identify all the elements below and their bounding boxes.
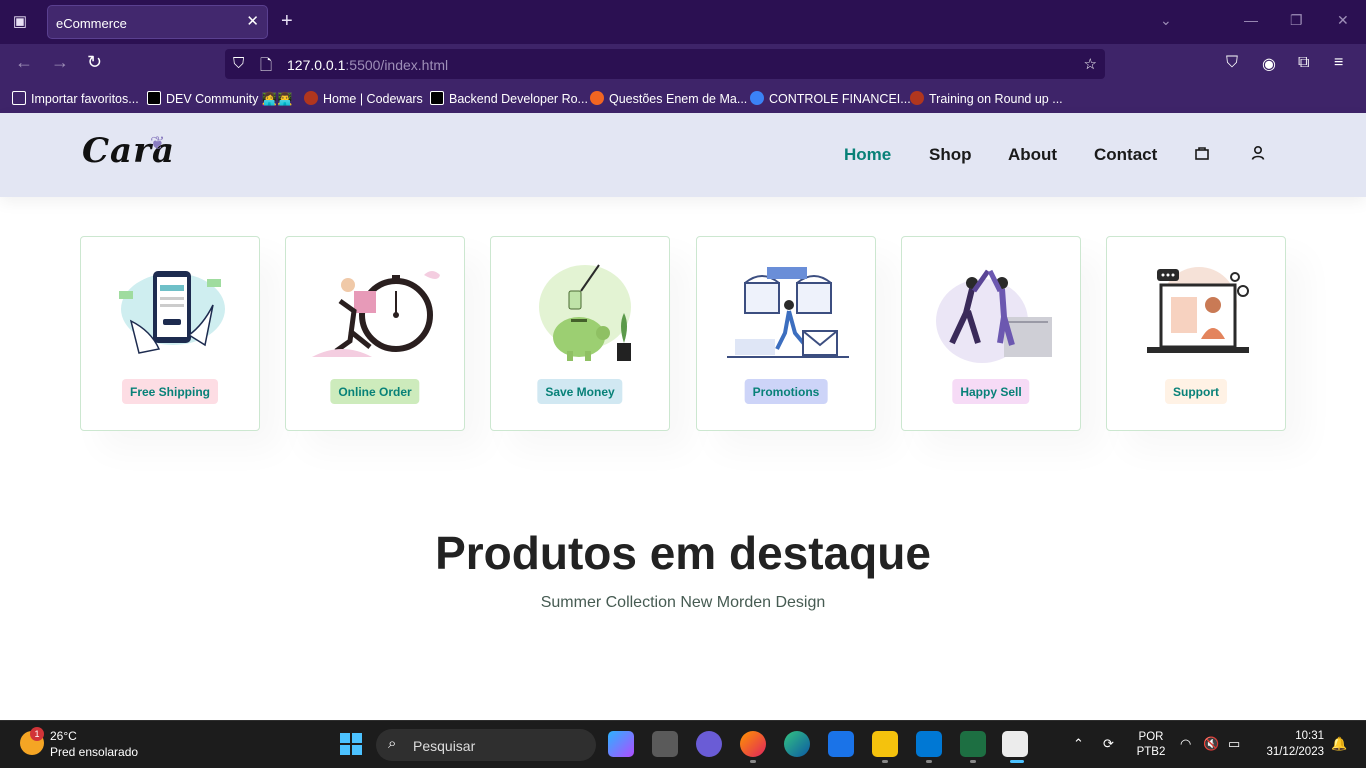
feature-label: Support [1165, 379, 1227, 404]
feature-box-promotions[interactable]: Promotions [696, 236, 876, 431]
feature-box-free-shipping[interactable]: Free Shipping [80, 236, 260, 431]
url-path: :5500/index.html [345, 57, 449, 73]
delivery-clock-illustration [312, 271, 440, 357]
windows-start-icon[interactable] [340, 733, 362, 755]
search-placeholder: Pesquisar [413, 738, 476, 754]
back-icon[interactable]: ← [15, 52, 33, 73]
url-bar[interactable]: ⛉ 🗋 127.0.0.1:5500/index.html ☆ [225, 49, 1105, 79]
clock-date[interactable]: 31/12/2023 [1252, 746, 1324, 758]
menu-icon[interactable]: ≡ [1334, 54, 1343, 72]
bookmark-item[interactable]: Home | Codewars [304, 91, 423, 106]
extensions-icon[interactable]: ⧉ [1298, 54, 1309, 72]
tab-title: eCommerce [56, 16, 127, 31]
weather-temp[interactable]: 26°C [50, 729, 77, 743]
tab-close-icon[interactable]: ✕ [246, 12, 259, 30]
phone-payment-illustration [119, 271, 225, 354]
new-tab-button[interactable]: + [281, 10, 293, 33]
running-indicator [926, 760, 932, 763]
feature-label: Promotions [744, 379, 828, 404]
url-host: 127.0.0.1 [287, 57, 346, 73]
snipping-tool-icon[interactable] [1002, 731, 1028, 757]
chevron-up-icon[interactable]: ⌃ [1073, 736, 1084, 752]
weather-desc[interactable]: Pred ensolarado [50, 745, 138, 759]
mail-icon[interactable] [828, 731, 854, 757]
feature-label: Free Shipping [121, 379, 219, 404]
bookmark-item[interactable]: Training on Round up ... [910, 91, 1063, 106]
bookmarks-bar: Importar favoritos... DEV Community 👩‍💻👨… [0, 84, 1366, 113]
lavender-sprig-icon: ❦ [150, 133, 166, 153]
bookmark-item[interactable]: Backend Developer Ro... [430, 91, 588, 106]
running-indicator [750, 760, 756, 763]
url-text[interactable]: 127.0.0.1:5500/index.html [287, 57, 448, 73]
running-indicator [882, 760, 888, 763]
tab-overflow-chevron-icon[interactable]: ⌄ [1160, 12, 1172, 29]
excel-icon[interactable] [960, 731, 986, 757]
promotions-illustration [727, 267, 849, 358]
bookmark-star-icon[interactable]: ☆ [1084, 55, 1097, 73]
page-icon[interactable]: 🗋 [260, 55, 272, 80]
windows-taskbar: 1 26°C Pred ensolarado ⌕ Pesquisar ⌃ ⟳ P… [0, 720, 1366, 768]
nav-about[interactable]: About [1008, 145, 1057, 165]
language-top[interactable]: POR [1136, 731, 1166, 743]
bookmark-item[interactable]: DEV Community 👩‍💻👨‍💻 [147, 91, 293, 107]
taskbar-search[interactable]: ⌕ Pesquisar [376, 729, 596, 761]
wifi-icon[interactable]: ◠ [1180, 736, 1191, 752]
pocket-icon[interactable]: ⛉ [1226, 54, 1238, 72]
feature-label: Online Order [330, 379, 420, 404]
file-explorer-icon[interactable] [872, 731, 898, 757]
speaker-muted-icon[interactable]: 🔇 [1203, 736, 1219, 752]
nav-home[interactable]: Home [844, 145, 891, 165]
copilot-icon[interactable] [608, 731, 634, 757]
piggy-bank-illustration [539, 264, 631, 361]
task-view-icon[interactable] [652, 731, 678, 757]
section-subtitle: Summer Collection New Morden Design [540, 594, 826, 611]
clock-time[interactable]: 10:31 [1262, 730, 1324, 742]
nav-shop[interactable]: Shop [929, 145, 972, 165]
nav-contact[interactable]: Contact [1094, 145, 1157, 165]
bookmark-item[interactable]: Questões Enem de Ma... [590, 91, 747, 106]
forward-icon[interactable]: → [51, 52, 69, 73]
high-five-illustration [936, 269, 1052, 363]
search-icon: ⌕ [388, 735, 397, 752]
language-bottom[interactable]: PTB2 [1136, 746, 1166, 758]
firefox-icon[interactable] [740, 731, 766, 757]
section-title: Produtos em destaque [435, 527, 931, 579]
running-indicator [970, 760, 976, 763]
browser-tab[interactable]: eCommerce ✕ [47, 5, 268, 39]
shield-icon[interactable]: ⛉ [233, 55, 244, 72]
feature-box-online-order[interactable]: Online Order [285, 236, 465, 431]
minimize-button[interactable]: — [1244, 12, 1258, 28]
sync-icon[interactable]: ⟳ [1103, 736, 1114, 752]
feature-label: Happy Sell [952, 379, 1030, 404]
vscode-icon[interactable] [916, 731, 942, 757]
notification-bell-icon[interactable]: 🔔 [1331, 736, 1347, 752]
close-window-button[interactable]: ✕ [1337, 12, 1349, 29]
edge-icon[interactable] [784, 731, 810, 757]
feature-box-save-money[interactable]: Save Money [490, 236, 670, 431]
browser-tab-bar: ▣ eCommerce ✕ + ⌄ — ❐ ✕ [0, 0, 1366, 44]
feature-box-happy-sell[interactable]: Happy Sell [901, 236, 1081, 431]
shopping-bag-icon[interactable] [1194, 145, 1210, 166]
feature-box-support[interactable]: Support [1106, 236, 1286, 431]
account-icon[interactable]: ◉ [1262, 54, 1276, 74]
bookmark-item[interactable]: Importar favoritos... [12, 91, 139, 106]
feature-label: Save Money [537, 379, 623, 404]
user-icon[interactable] [1250, 145, 1266, 166]
active-indicator [1010, 760, 1024, 763]
reload-icon[interactable]: ↻ [87, 52, 102, 73]
support-laptop-illustration [1147, 267, 1249, 353]
notification-badge: 1 [30, 727, 44, 741]
teams-chat-icon[interactable] [696, 731, 722, 757]
bookmark-item[interactable]: CONTROLE FINANCEI... [750, 91, 911, 106]
tab-list-icon[interactable]: ▣ [10, 12, 30, 32]
restore-button[interactable]: ❐ [1290, 12, 1303, 29]
site-header: Cara ❦ Home Shop About Contact [0, 113, 1366, 197]
battery-icon[interactable]: ▭ [1228, 736, 1240, 752]
